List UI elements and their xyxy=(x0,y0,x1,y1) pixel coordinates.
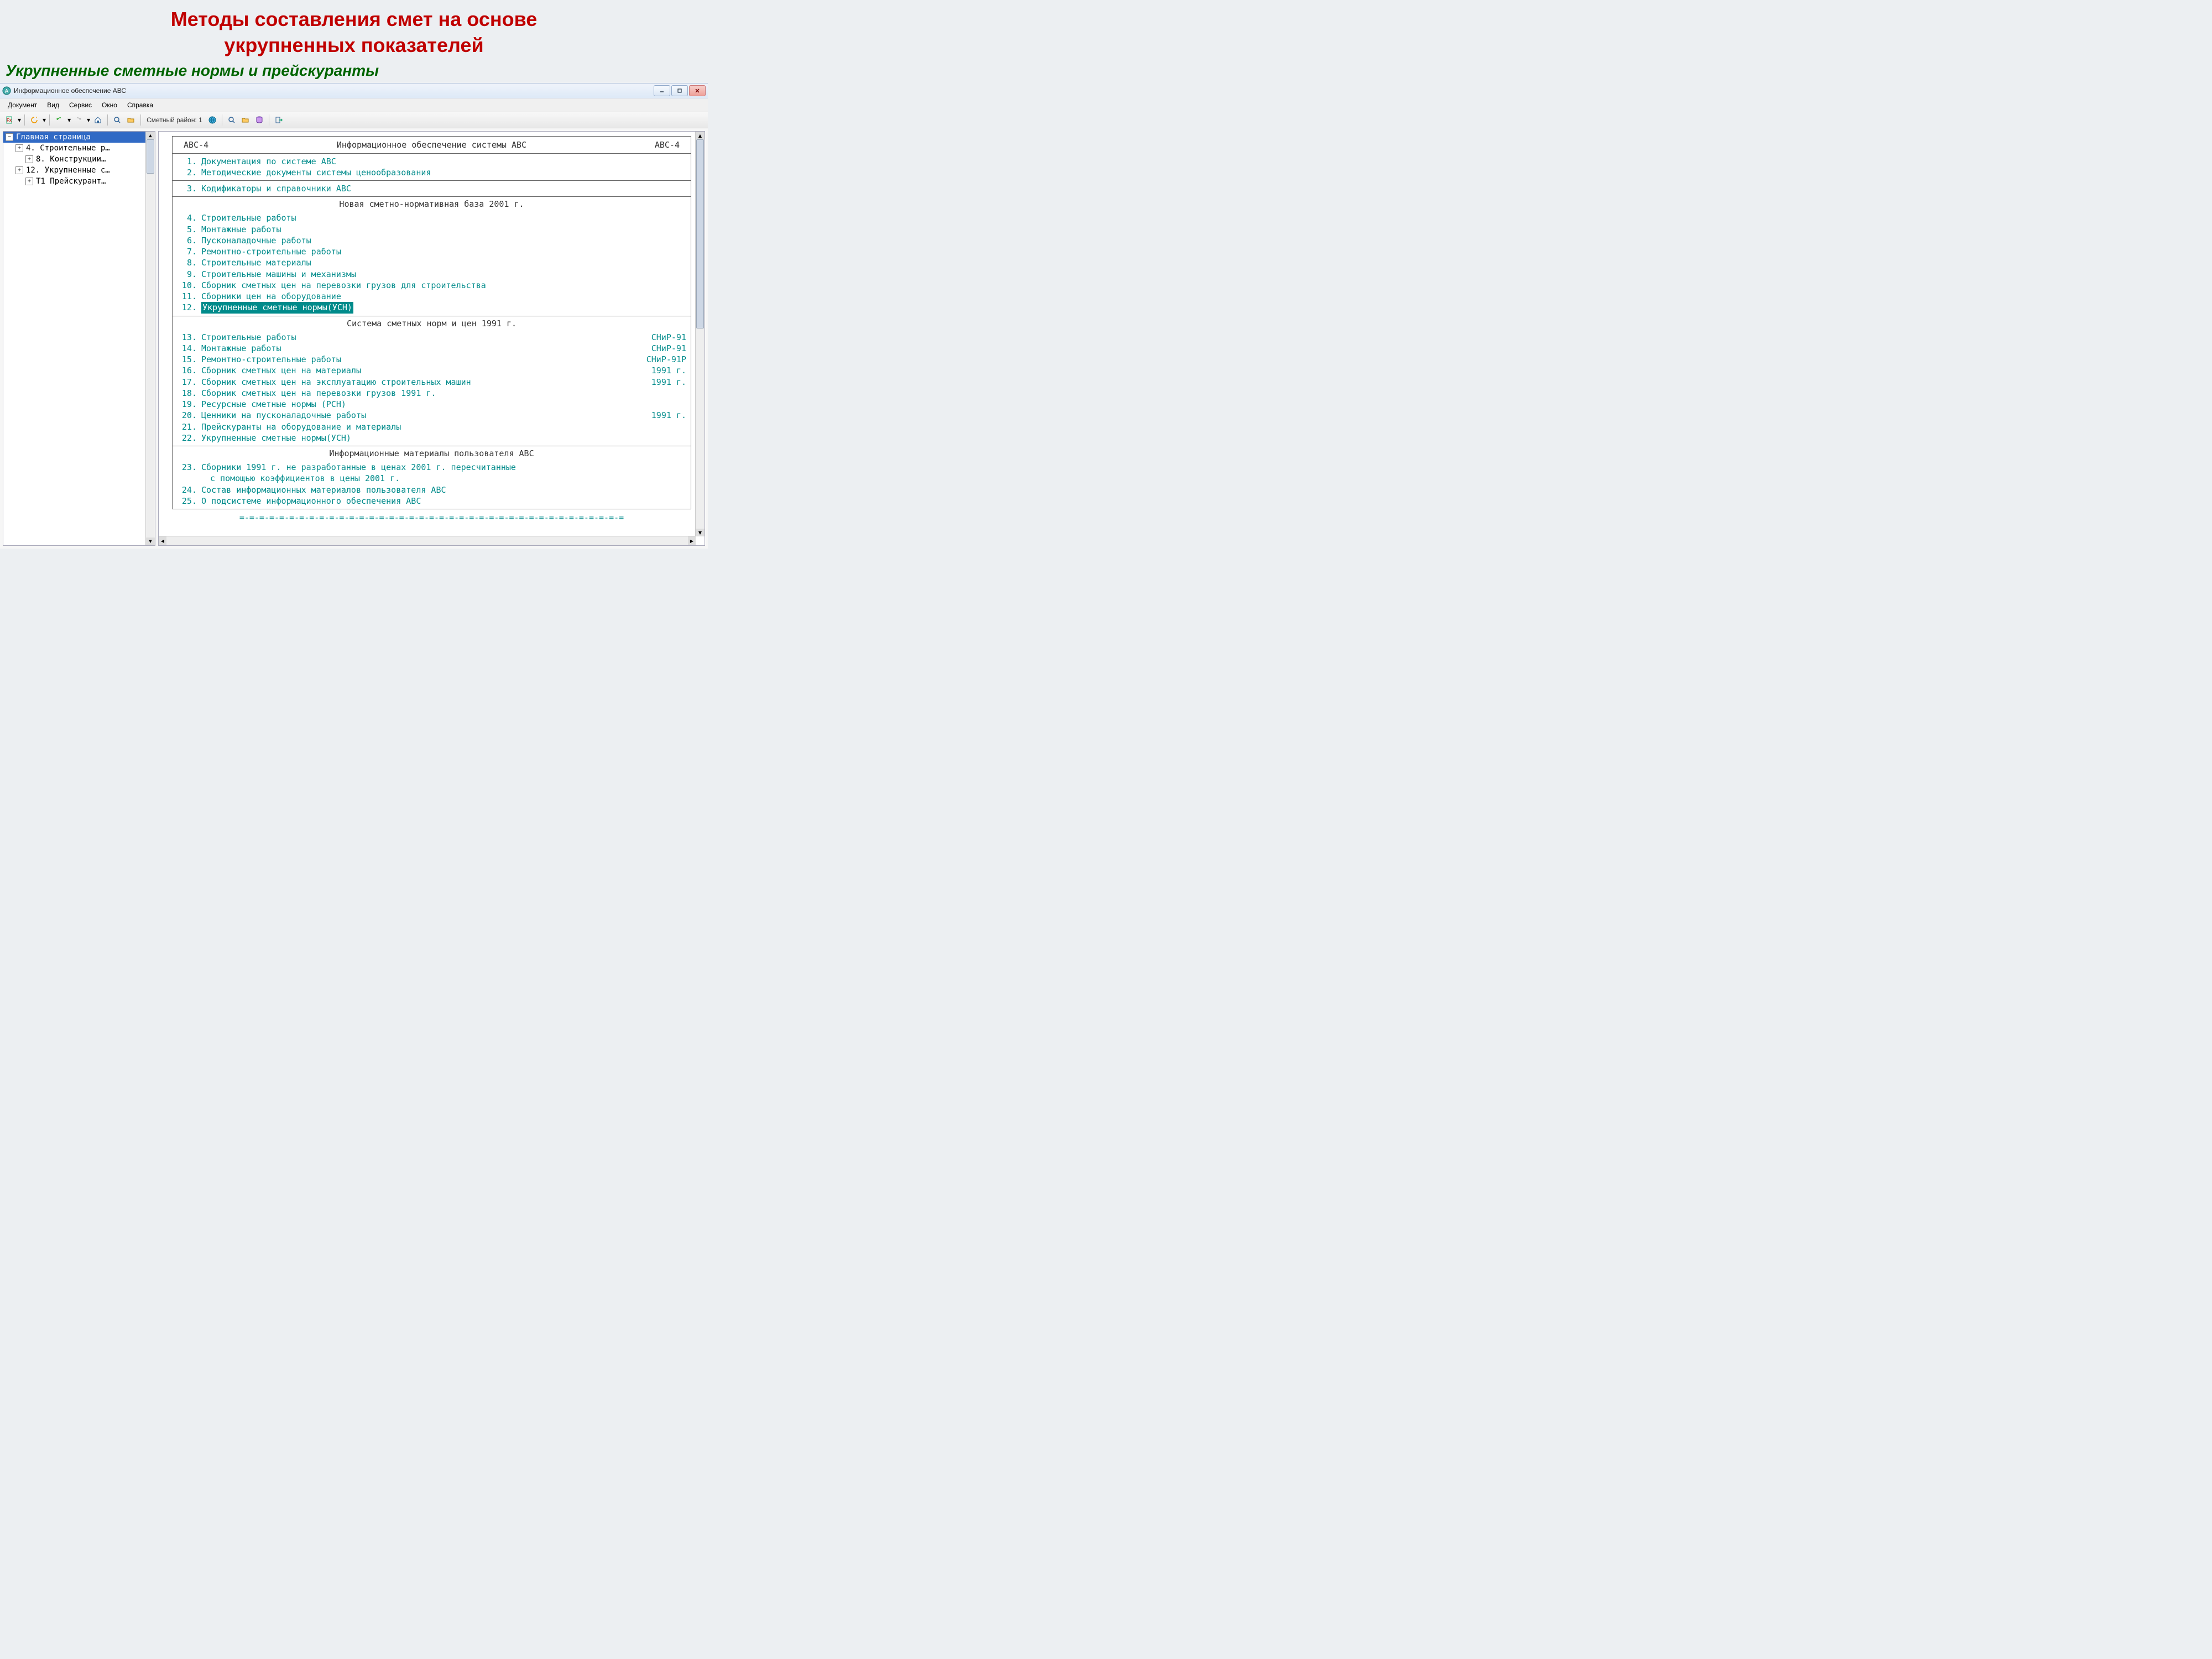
svg-text:Fx: Fx xyxy=(7,118,12,123)
window-title: Информационное обеспечение АВС xyxy=(14,87,654,95)
menu-справка[interactable]: Справка xyxy=(123,100,158,111)
doc-item[interactable]: 16.Сборник сметных цен на материалы1991 … xyxy=(177,365,686,376)
doc-item[interactable]: 1.Документация по системе АВС xyxy=(177,156,686,167)
redo-icon[interactable] xyxy=(72,114,85,126)
main-panel: АВС-4 Информационное обеспечение системы… xyxy=(158,131,705,546)
scrollbar-thumb[interactable] xyxy=(696,139,704,328)
maximize-button[interactable] xyxy=(671,85,688,96)
svg-text:A: A xyxy=(5,88,9,95)
home-icon[interactable] xyxy=(92,114,104,126)
doc-item[interactable]: 19.Ресурсные сметные нормы (РСН) xyxy=(177,399,686,410)
doc-item[interactable]: 11.Сборники цен на оборудование xyxy=(177,291,686,302)
tree-item[interactable]: +8. Конструкции… xyxy=(3,154,155,165)
chevron-down-icon[interactable]: ▾ xyxy=(43,116,46,124)
refresh-icon[interactable] xyxy=(28,114,40,126)
doc-item[interactable]: 9.Строительные машины и механизмы xyxy=(177,269,686,280)
database-icon[interactable] xyxy=(253,114,265,126)
doc-item-continuation: с помощью коэффициентов в цены 2001 г. xyxy=(177,473,686,484)
doc-item[interactable]: 20.Ценники на пусконаладочные работы1991… xyxy=(177,410,686,421)
close-button[interactable] xyxy=(689,85,706,96)
slide-subtitle: Укрупненные сметные нормы и прейскуранты xyxy=(6,62,708,80)
region-label: Сметный район: 1 xyxy=(144,116,205,124)
tree-sidebar: −Главная страница+4. Строительные р…+8. … xyxy=(3,131,155,546)
doc-item[interactable]: 5.Монтажные работы xyxy=(177,224,686,235)
doc-item[interactable]: 8.Строительные материалы xyxy=(177,257,686,268)
main-scrollbar-v[interactable]: ▴ ▾ xyxy=(695,132,705,536)
scrollbar-thumb[interactable] xyxy=(147,139,154,174)
doc-item[interactable]: 6.Пусконаладочные работы xyxy=(177,235,686,246)
block4-title: Система сметных норм и цен 1991 г. xyxy=(173,316,691,330)
tree-item[interactable]: +Т1 Прейскурант… xyxy=(3,176,155,187)
scroll-down-icon[interactable]: ▾ xyxy=(696,529,705,536)
app-window: A Информационное обеспечение АВС Докумен… xyxy=(0,83,708,549)
doc-item[interactable]: 17.Сборник сметных цен на эксплуатацию с… xyxy=(177,377,686,388)
doc-item[interactable]: 7.Ремонтно-строительные работы xyxy=(177,246,686,257)
scroll-up-icon[interactable]: ▴ xyxy=(146,132,155,139)
tree-item[interactable]: +12. Укрупненные с… xyxy=(3,165,155,176)
scroll-left-icon[interactable]: ◂ xyxy=(159,536,166,545)
tree-root[interactable]: −Главная страница xyxy=(3,132,155,143)
tree-expand-icon[interactable]: + xyxy=(15,144,23,152)
doc-item[interactable]: 14.Монтажные работыСНиР-91 xyxy=(177,343,686,354)
tree-item[interactable]: +4. Строительные р… xyxy=(3,143,155,154)
menu-сервис[interactable]: Сервис xyxy=(65,100,96,111)
chevron-down-icon[interactable]: ▾ xyxy=(67,116,71,124)
exit-icon[interactable] xyxy=(273,114,285,126)
menubar: ДокументВидСервисОкноСправка xyxy=(0,98,708,112)
slide-title: Методы составления смет на основе укрупн… xyxy=(0,7,708,59)
tree-expand-icon[interactable]: + xyxy=(25,178,33,185)
tree-expand-icon[interactable]: + xyxy=(25,155,33,163)
doc-item[interactable]: 15.Ремонтно-строительные работыСНиР-91Р xyxy=(177,354,686,365)
folder-icon[interactable] xyxy=(239,114,252,126)
main-scrollbar-h[interactable]: ◂ ▸ xyxy=(159,536,696,545)
doc-item[interactable]: 23.Сборники 1991 г. не разработанные в ц… xyxy=(177,462,686,473)
globe-icon[interactable] xyxy=(206,114,218,126)
footer-separator: =-=-=-=-=-=-=-=-=-=-=-=-=-=-=-=-=-=-=-=-… xyxy=(172,513,691,523)
minimize-button[interactable] xyxy=(654,85,670,96)
doc-item[interactable]: 24.Состав информационных материалов поль… xyxy=(177,484,686,495)
tree-expand-icon[interactable]: + xyxy=(15,166,23,174)
titlebar: A Информационное обеспечение АВС xyxy=(0,84,708,98)
folder-open-icon[interactable] xyxy=(125,114,137,126)
main-header: АВС-4 Информационное обеспечение системы… xyxy=(173,137,691,154)
tree-collapse-icon[interactable]: − xyxy=(6,133,13,141)
doc-item[interactable]: 3.Кодификаторы и справочники АВС xyxy=(177,183,686,194)
doc-item[interactable]: 4.Строительные работы xyxy=(177,212,686,223)
doc-item[interactable]: 22.Укрупненные сметные нормы(УСН) xyxy=(177,432,686,444)
undo-icon[interactable] xyxy=(53,114,65,126)
menu-документ[interactable]: Документ xyxy=(3,100,41,111)
doc-item[interactable]: 18.Сборник сметных цен на перевозки груз… xyxy=(177,388,686,399)
chevron-down-icon[interactable]: ▾ xyxy=(87,116,90,124)
search-icon[interactable] xyxy=(226,114,238,126)
scroll-right-icon[interactable]: ▸ xyxy=(688,536,696,545)
block5-title: Информационные материалы пользователя АВ… xyxy=(173,446,691,460)
sidebar-scrollbar-v[interactable]: ▴ ▾ xyxy=(145,132,155,545)
scroll-up-icon[interactable]: ▴ xyxy=(696,132,705,139)
scroll-down-icon[interactable]: ▾ xyxy=(146,538,155,545)
zoom-icon[interactable] xyxy=(111,114,123,126)
block3-title: Новая сметно-нормативная база 2001 г. xyxy=(173,197,691,210)
toolbar: Fx ▾ ▾ ▾ ▾ Сметный район: 1 xyxy=(0,112,708,128)
app-icon: A xyxy=(2,86,11,95)
doc-item[interactable]: 2.Методические документы системы ценообр… xyxy=(177,167,686,178)
doc-item[interactable]: 12.Укрупненные сметные нормы(УСН) xyxy=(177,302,686,313)
chevron-down-icon[interactable]: ▾ xyxy=(18,116,21,124)
document-icon[interactable]: Fx xyxy=(3,114,15,126)
doc-item[interactable]: 10.Сборник сметных цен на перевозки груз… xyxy=(177,280,686,291)
doc-item[interactable]: 25.О подсистеме информационного обеспече… xyxy=(177,495,686,507)
menu-вид[interactable]: Вид xyxy=(43,100,64,111)
doc-item[interactable]: 21.Прейскуранты на оборудование и матери… xyxy=(177,421,686,432)
menu-окно[interactable]: Окно xyxy=(97,100,122,111)
doc-item[interactable]: 13.Строительные работыСНиР-91 xyxy=(177,332,686,343)
